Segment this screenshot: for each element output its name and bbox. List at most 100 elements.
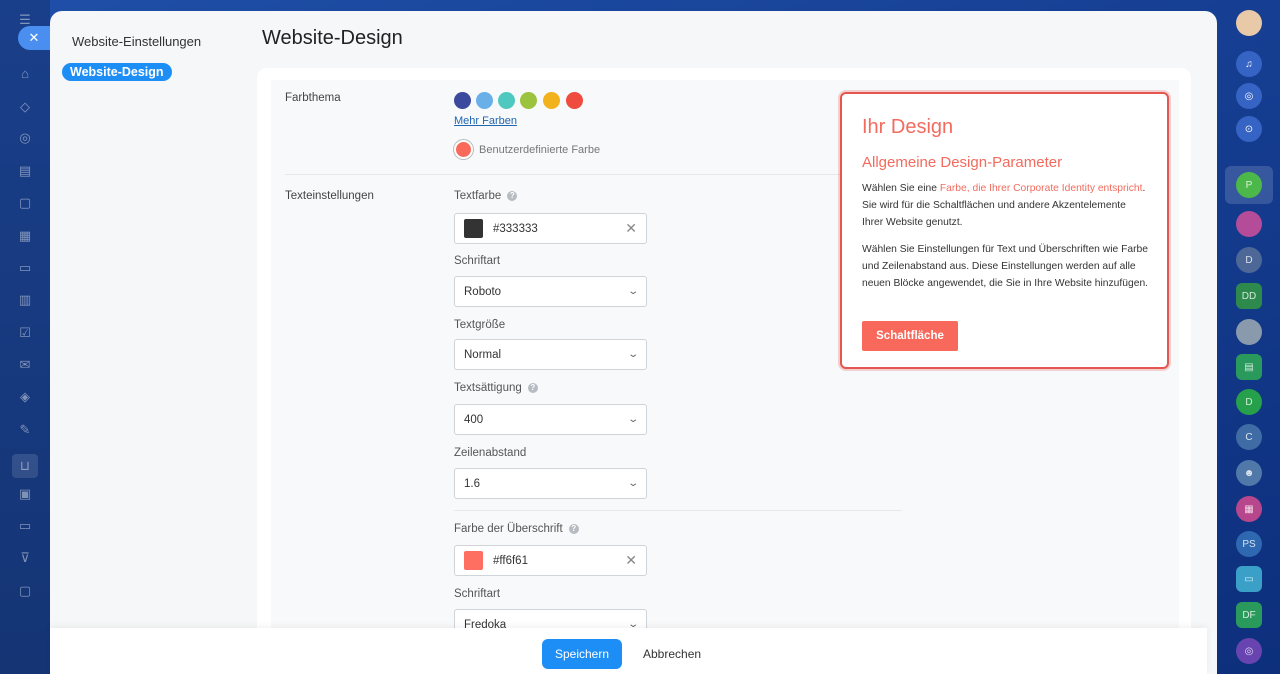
home-icon[interactable]: ⌂ <box>17 66 33 82</box>
text-color-label-text: Textfarbe <box>454 190 502 202</box>
lock-icon[interactable]: ▢ <box>17 583 33 599</box>
chevron-down-icon: ⌄ <box>626 286 639 297</box>
chat-avatar-df[interactable]: DF <box>1236 602 1262 628</box>
chat-avatar-group[interactable]: ☻ <box>1236 460 1262 486</box>
chat-avatar-p[interactable]: P <box>1236 172 1262 198</box>
side-nav: Website-Einstellungen Website-Design <box>62 33 211 81</box>
custom-color-label: Benutzerdefinierte Farbe <box>479 143 601 156</box>
page-title: Website-Design <box>262 27 403 49</box>
text-settings-label: Texteinstellungen <box>285 190 374 202</box>
contact-card-icon[interactable]: ▤ <box>1236 354 1262 380</box>
heading-color-value: #ff6f61 <box>493 554 528 567</box>
calendar-chat-icon[interactable]: ▦ <box>1236 496 1262 522</box>
chat-avatar-pink[interactable] <box>1236 211 1262 237</box>
bell-icon[interactable]: ♫ <box>1236 51 1262 77</box>
card-icon[interactable]: ▭ <box>17 260 33 276</box>
message-icon[interactable]: ▭ <box>17 518 33 534</box>
text-weight-label: Textsättigung ? <box>454 382 538 394</box>
cancel-button[interactable]: Abbrechen <box>643 639 701 669</box>
checkbox-icon[interactable]: ☑ <box>17 325 33 341</box>
text-color-chip[interactable] <box>464 219 483 238</box>
nav-website-settings[interactable]: Website-Einstellungen <box>62 33 211 51</box>
heading-color-label: Farbe der Überschrift ? <box>454 523 579 535</box>
swatch-yellow[interactable] <box>543 92 560 109</box>
chat-avatar-d[interactable]: D <box>1236 247 1262 273</box>
user-avatar[interactable] <box>1236 10 1262 36</box>
swatch-red[interactable] <box>566 92 583 109</box>
board-icon[interactable]: ▥ <box>17 292 33 308</box>
clear-icon[interactable]: ✕ <box>625 220 637 237</box>
heading-color-input[interactable]: #ff6f61 ✕ <box>454 545 647 576</box>
calendar-icon[interactable]: ▦ <box>17 228 33 244</box>
heading-color-chip[interactable] <box>464 551 483 570</box>
design-preview-card: Ihr Design Allgemeine Design-Parameter W… <box>840 92 1169 369</box>
text-size-select[interactable]: Normal ⌄ <box>454 339 647 370</box>
help-icon[interactable]: ? <box>527 383 538 393</box>
preview-paragraph-1: Wählen Sie eine Farbe, die Ihrer Corpora… <box>862 180 1149 231</box>
line-height-select[interactable]: 1.6 ⌄ <box>454 468 647 499</box>
chat-avatar-photo[interactable] <box>1236 319 1262 345</box>
help-icon[interactable]: ? <box>507 191 518 201</box>
spiral-icon[interactable]: ◎ <box>1236 83 1262 109</box>
font-select[interactable]: Roboto ⌄ <box>454 276 647 307</box>
copilot-icon[interactable]: ◎ <box>1236 638 1262 664</box>
chat-avatar-dd[interactable]: DD <box>1236 283 1262 309</box>
swatch-light-blue[interactable] <box>476 92 493 109</box>
chevron-down-icon: ⌄ <box>626 414 639 425</box>
text-color-value: #333333 <box>493 222 538 235</box>
filter-icon[interactable]: ⊽ <box>17 550 33 566</box>
text-weight-label-text: Textsättigung <box>454 382 522 394</box>
message-chat-icon[interactable]: ▭ <box>1236 566 1262 592</box>
save-button[interactable]: Speichern <box>542 639 622 669</box>
text-weight-value: 400 <box>464 413 484 426</box>
text-weight-select[interactable]: 400 ⌄ <box>454 404 647 435</box>
text-size-value: Normal <box>464 348 502 361</box>
more-colors-link[interactable]: Mehr Farben <box>454 115 517 127</box>
chevron-down-icon: ⌄ <box>626 478 639 489</box>
swatch-teal[interactable] <box>498 92 515 109</box>
text-color-label: Textfarbe ? <box>454 190 518 202</box>
chat-avatar-d2[interactable]: D <box>1236 389 1262 415</box>
document-icon[interactable]: ▤ <box>17 163 33 179</box>
preview-paragraph-2: Wählen Sie Einstellungen für Text und Üb… <box>862 244 1149 289</box>
field-divider <box>454 510 902 511</box>
font-label: Schriftart <box>454 255 501 267</box>
tasks-icon[interactable]: ◇ <box>17 99 33 115</box>
chat-avatar-ps[interactable]: PS <box>1236 531 1262 557</box>
line-height-value: 1.6 <box>464 477 480 490</box>
heading-font-label: Schriftart <box>454 588 501 600</box>
section-divider <box>285 174 902 175</box>
left-sidebar: ☰ ⌂ ◇ ◎ ▤ ▢ ▦ ▭ ▥ ☑ ✉ ◈ ✎ ⊔ ▣ ▭ ⊽ ▢ <box>0 0 50 674</box>
right-sidebar: ♫ ◎ ⊙ P D DD ▤ D C ☻ ▦ PS ▭ DF ◎ <box>1218 0 1280 674</box>
preview-p1-link[interactable]: Farbe, die Ihrer Corporate Identity ents… <box>940 183 1143 194</box>
close-icon: ✕ <box>28 30 40 45</box>
cart-icon[interactable]: ⊔ <box>12 454 38 478</box>
preview-title: Ihr Design <box>862 116 954 138</box>
nav-website-design[interactable]: Website-Design <box>62 63 172 81</box>
custom-color-option[interactable]: Benutzerdefinierte Farbe <box>454 140 600 159</box>
footer-bar: Speichern Abbrechen <box>50 628 1207 674</box>
swatch-green[interactable] <box>520 92 537 109</box>
chevron-down-icon: ⌄ <box>626 349 639 360</box>
swatch-dark-blue[interactable] <box>454 92 471 109</box>
search-chat-icon[interactable]: ⊙ <box>1236 116 1262 142</box>
font-value: Roboto <box>464 285 502 298</box>
close-panel-button[interactable]: ✕ <box>18 26 50 50</box>
color-theme-label: Farbthema <box>285 92 341 104</box>
line-height-label: Zeilenabstand <box>454 447 527 459</box>
mail-icon[interactable]: ✉ <box>17 357 33 373</box>
shop-icon[interactable]: ◈ <box>17 389 33 405</box>
grid-icon[interactable]: ▣ <box>17 486 33 502</box>
text-size-label: Textgröße <box>454 319 506 331</box>
chat-avatar-c[interactable]: C <box>1236 424 1262 450</box>
help-icon[interactable]: ? <box>568 524 579 534</box>
sign-icon[interactable]: ✎ <box>17 422 33 438</box>
preview-sample-button[interactable]: Schaltfläche <box>862 321 958 351</box>
chat-icon[interactable]: ▢ <box>17 195 33 211</box>
clear-icon[interactable]: ✕ <box>625 552 637 569</box>
text-color-input[interactable]: #333333 ✕ <box>454 213 647 244</box>
target-icon[interactable]: ◎ <box>17 130 33 146</box>
preview-p1-start: Wählen Sie eine <box>862 183 940 194</box>
heading-color-label-text: Farbe der Überschrift <box>454 523 563 535</box>
custom-color-dot[interactable] <box>454 140 473 159</box>
